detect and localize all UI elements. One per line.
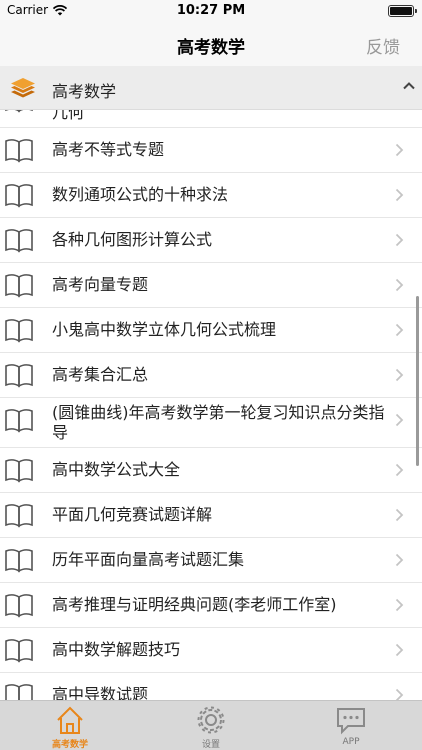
book-icon — [5, 229, 33, 253]
book-icon — [5, 319, 33, 343]
chevron-right-icon — [395, 463, 404, 477]
feedback-button[interactable]: 反馈 — [366, 33, 400, 58]
layers-icon — [11, 78, 35, 98]
document-list: 高考数学试题分类汇编2011年立体几何与平面几何高考不等式专题数列通项公式的十种… — [0, 110, 422, 700]
home-icon — [57, 706, 83, 734]
list-item[interactable]: 高考数学试题分类汇编2011年立体几何与平面几何 — [0, 110, 422, 128]
tab-app-label: APP — [342, 737, 360, 747]
chevron-up-icon[interactable] — [402, 79, 416, 93]
list-item-label: 小鬼高中数学立体几何公式梳理 — [52, 320, 277, 339]
navigation-bar: 高考数学 反馈 — [0, 22, 422, 66]
scrollbar[interactable] — [416, 296, 419, 466]
book-icon — [5, 504, 33, 528]
book-icon — [5, 594, 33, 618]
chat-icon — [337, 708, 365, 735]
book-icon — [5, 110, 33, 113]
list-item-label: 数列通项公式的十种求法 — [52, 185, 229, 204]
tab-settings-label: 设置 — [201, 740, 220, 750]
chevron-right-icon — [395, 323, 404, 337]
chevron-right-icon — [395, 368, 404, 382]
book-icon — [5, 684, 33, 700]
list-item-label: 高考向量专题 — [52, 275, 149, 294]
list-item-label: 高考推理与证明经典问题(李老师工作室) — [52, 595, 337, 614]
battery-icon — [388, 5, 417, 17]
section-title: 高考数学 — [52, 82, 117, 101]
tab-bar: 高考数学 设置 APP — [0, 700, 422, 750]
list-item-label: (圆锥曲线)年高考数学第一轮复习知识点分类指导 — [52, 402, 385, 442]
list-item[interactable]: 高考推理与证明经典问题(李老师工作室) — [0, 583, 422, 628]
list-item[interactable]: 平面几何竞赛试题详解 — [0, 493, 422, 538]
chevron-right-icon — [395, 278, 404, 292]
list-item-label: 平面几何竞赛试题详解 — [52, 505, 213, 524]
list-item[interactable]: (圆锥曲线)年高考数学第一轮复习知识点分类指导 — [0, 398, 422, 448]
chevron-right-icon — [395, 598, 404, 612]
tab-settings[interactable]: 设置 — [176, 701, 246, 750]
battery-fill — [390, 7, 412, 15]
list-item[interactable]: 高中数学解题技巧 — [0, 628, 422, 673]
list-item-label: 高考数学试题分类汇编2011年立体几何与平面几何 — [52, 110, 85, 122]
list-item-label: 高考集合汇总 — [52, 365, 149, 384]
chevron-right-icon — [395, 188, 404, 202]
tab-home-label: 高考数学 — [51, 740, 88, 750]
list-item-label: 高中数学解题技巧 — [52, 640, 181, 659]
tab-home[interactable]: 高考数学 — [35, 701, 105, 750]
list-item[interactable]: 数列通项公式的十种求法 — [0, 173, 422, 218]
list-item-label: 高考不等式专题 — [52, 140, 165, 159]
book-icon — [5, 549, 33, 573]
list-item-label: 高中数学公式大全 — [52, 460, 181, 479]
list-item-label: 高中导数试题 — [52, 685, 149, 700]
book-icon — [5, 364, 33, 388]
book-icon — [5, 639, 33, 663]
book-icon — [5, 184, 33, 208]
list-item-label: 历年平面向量高考试题汇集 — [52, 550, 245, 569]
status-bar: Carrier 10:27 PM — [0, 0, 422, 22]
list-item[interactable]: 小鬼高中数学立体几何公式梳理 — [0, 308, 422, 353]
chevron-right-icon — [395, 233, 404, 247]
book-icon — [5, 139, 33, 163]
status-time: 10:27 PM — [176, 3, 246, 18]
document-list-viewport[interactable]: 高考数学试题分类汇编2011年立体几何与平面几何高考不等式专题数列通项公式的十种… — [0, 110, 422, 700]
tab-app[interactable]: APP — [316, 701, 386, 750]
chevron-right-icon — [395, 508, 404, 522]
list-item[interactable]: 高考不等式专题 — [0, 128, 422, 173]
list-item[interactable]: 高考向量专题 — [0, 263, 422, 308]
chevron-right-icon — [395, 413, 404, 427]
list-item[interactable]: 历年平面向量高考试题汇集 — [0, 538, 422, 583]
chevron-right-icon — [395, 643, 404, 657]
list-item-label: 各种几何图形计算公式 — [52, 230, 213, 249]
list-item[interactable]: 高中导数试题 — [0, 673, 422, 700]
list-item[interactable]: 高中数学公式大全 — [0, 448, 422, 493]
chevron-right-icon — [395, 688, 404, 700]
page-title: 高考数学 — [177, 38, 245, 58]
list-item[interactable]: 各种几何图形计算公式 — [0, 218, 422, 263]
book-icon — [5, 459, 33, 483]
list-item[interactable]: 高考集合汇总 — [0, 353, 422, 398]
gear-icon — [197, 706, 225, 734]
book-icon — [5, 274, 33, 298]
chevron-right-icon — [395, 143, 404, 157]
book-icon — [5, 409, 33, 433]
chevron-right-icon — [395, 553, 404, 567]
section-header[interactable]: 高考数学 — [0, 66, 422, 110]
